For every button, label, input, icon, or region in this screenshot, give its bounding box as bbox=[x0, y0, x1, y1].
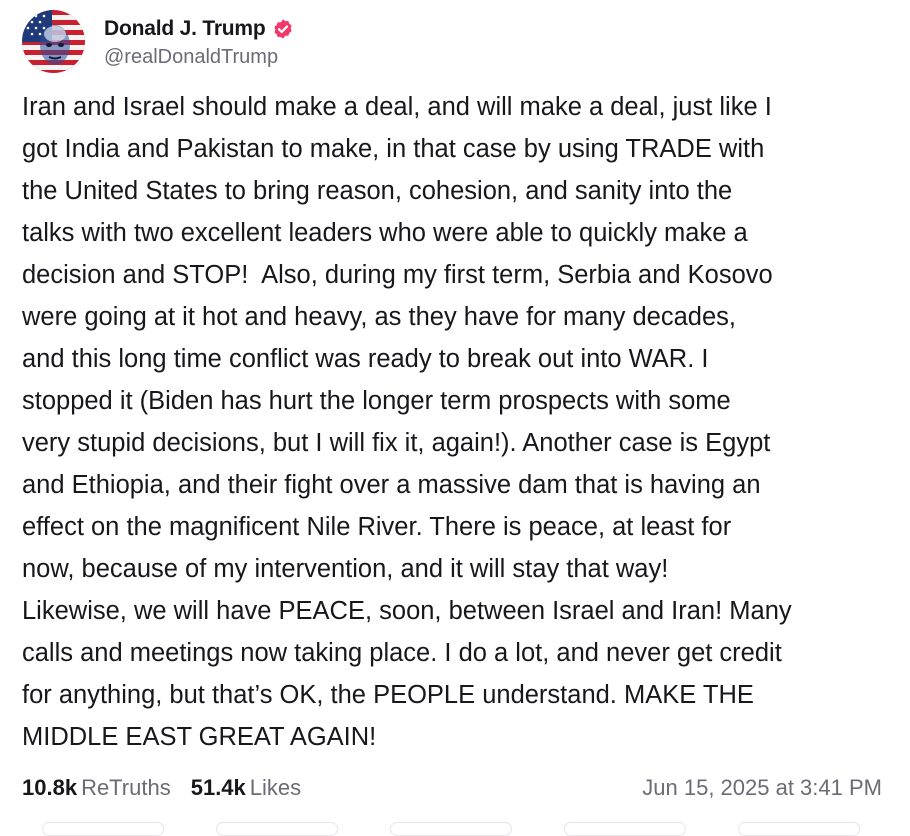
author-display-name[interactable]: Donald J. Trump bbox=[104, 17, 266, 41]
action-bar bbox=[0, 822, 910, 836]
more-options-button[interactable] bbox=[738, 822, 860, 836]
retruths-label: ReTruths bbox=[81, 775, 171, 800]
post-header: Donald J. Trump @realDonaldTrump bbox=[22, 9, 294, 73]
post-card: Donald J. Trump @realDonaldTrump Iran an… bbox=[0, 0, 910, 836]
like-button[interactable] bbox=[390, 822, 512, 836]
post-timestamp[interactable]: Jun 15, 2025 at 3:41 PM bbox=[642, 775, 882, 801]
post-text: Iran and Israel should make a deal, and … bbox=[22, 93, 792, 751]
retruth-button[interactable] bbox=[216, 822, 338, 836]
post-footer: 10.8k ReTruths 51.4k Likes Jun 15, 2025 … bbox=[22, 770, 882, 806]
likes-count: 51.4k bbox=[190, 775, 246, 800]
avatar[interactable] bbox=[22, 9, 85, 73]
verified-badge-icon bbox=[272, 18, 294, 40]
author-identity: Donald J. Trump @realDonaldTrump bbox=[104, 14, 294, 69]
likes-stat[interactable]: 51.4k Likes bbox=[191, 775, 301, 801]
name-row: Donald J. Trump bbox=[104, 14, 294, 44]
retruths-count: 10.8k bbox=[22, 775, 78, 800]
retruths-stat[interactable]: 10.8k ReTruths bbox=[22, 775, 171, 801]
flag-portrait-avatar-icon bbox=[22, 9, 85, 73]
likes-label: Likes bbox=[249, 775, 302, 800]
author-handle[interactable]: @realDonaldTrump bbox=[104, 46, 294, 69]
share-button[interactable] bbox=[564, 822, 686, 836]
reply-button[interactable] bbox=[42, 822, 164, 836]
